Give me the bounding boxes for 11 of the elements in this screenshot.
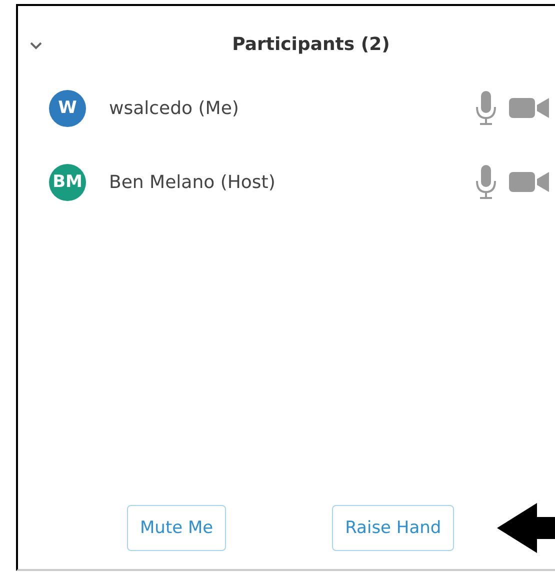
panel-button[interactable]: Mute Me <box>127 505 226 551</box>
participant-name: wsalcedo (Me) <box>109 98 240 118</box>
chevron-down-icon[interactable] <box>30 42 42 50</box>
avatar: BM <box>49 164 86 200</box>
microphone-icon[interactable] <box>475 164 497 200</box>
panel-button[interactable]: Raise Hand <box>332 505 454 551</box>
avatar: W <box>49 90 86 126</box>
panel-title: Participants (2) <box>232 34 390 54</box>
arrow-icon <box>497 503 555 553</box>
participant-name: Ben Melano (Host) <box>109 172 276 192</box>
microphone-icon[interactable] <box>475 90 497 126</box>
